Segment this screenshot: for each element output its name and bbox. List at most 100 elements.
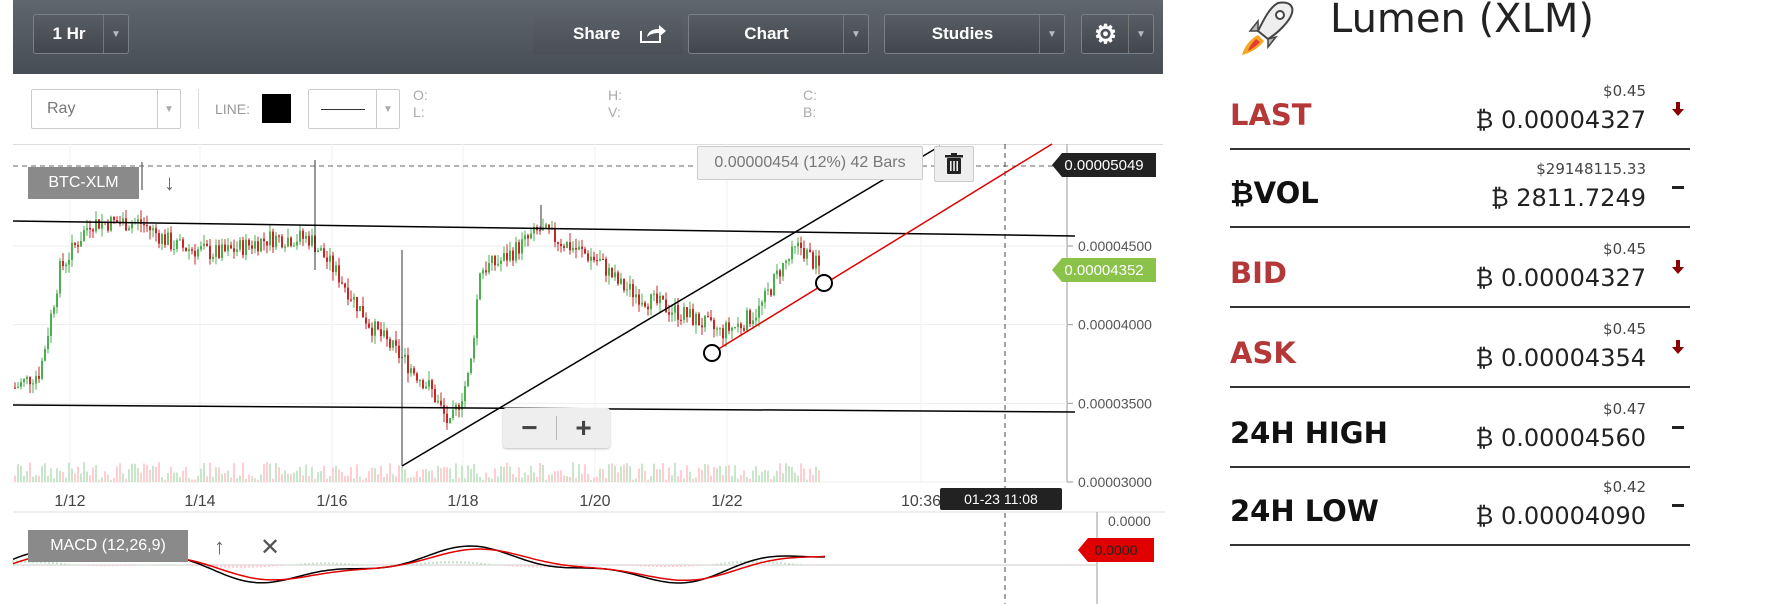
volume-bar bbox=[101, 477, 103, 482]
volume-bar bbox=[503, 466, 505, 482]
stat-usd-value: $29148115.33 bbox=[1536, 160, 1646, 178]
volume-bar bbox=[713, 467, 715, 482]
volume-bar bbox=[128, 469, 130, 482]
macd-histogram-bar bbox=[780, 562, 782, 565]
candle-body bbox=[437, 400, 439, 403]
volume-bar bbox=[761, 471, 763, 482]
x-tick-label: 1/14 bbox=[184, 493, 215, 510]
volume-bar bbox=[347, 475, 349, 482]
candle-body bbox=[284, 246, 286, 248]
macd-histogram-bar bbox=[112, 565, 114, 567]
volume-bar bbox=[155, 467, 157, 482]
macd-histogram-bar bbox=[412, 563, 414, 565]
candle-body bbox=[617, 272, 619, 284]
macd-histogram-bar bbox=[160, 564, 162, 566]
zoom-out-button[interactable]: − bbox=[503, 408, 556, 448]
macd-histogram-bar bbox=[68, 563, 70, 565]
price-chart[interactable]: 0.00004500 0.00004000 0.00003500 0.00003000… bbox=[0, 0, 1165, 604]
volume-bar bbox=[170, 466, 172, 482]
volume-bar bbox=[284, 470, 286, 482]
volume-bar bbox=[419, 476, 421, 482]
volume-bar bbox=[596, 476, 598, 482]
macd-histogram-bar bbox=[788, 562, 790, 565]
candle-body bbox=[521, 239, 523, 254]
ray-handle bbox=[703, 344, 721, 362]
candle-body bbox=[74, 242, 76, 245]
macd-histogram-bar bbox=[784, 562, 786, 565]
volume-bar bbox=[353, 478, 355, 482]
stat-row: BID $0.45 ₿ 0.00004327 bbox=[1230, 228, 1690, 308]
candle-body bbox=[638, 294, 640, 305]
candle-body bbox=[716, 328, 718, 330]
symbol-tag: BTC-XLM bbox=[28, 167, 139, 199]
candle-body bbox=[206, 243, 208, 246]
candle-body bbox=[329, 255, 331, 262]
macd-histogram-bar bbox=[56, 562, 58, 565]
macd-histogram-bar bbox=[468, 561, 470, 564]
candle-body bbox=[212, 256, 214, 260]
candle-body bbox=[662, 295, 664, 300]
zoom-in-button[interactable]: + bbox=[557, 408, 610, 448]
stat-usd-value: $0.47 bbox=[1603, 400, 1646, 418]
candle-body bbox=[677, 305, 679, 320]
volume-bar bbox=[92, 467, 94, 482]
volume-bar bbox=[401, 466, 403, 482]
candle-body bbox=[776, 270, 778, 275]
ray-line-black bbox=[401, 145, 941, 467]
candle-body bbox=[296, 241, 298, 246]
volume-bar bbox=[722, 475, 724, 482]
coin-title: Lumen (XLM) bbox=[1330, 0, 1594, 42]
volume-bar bbox=[119, 463, 121, 482]
candle-body bbox=[497, 263, 499, 266]
macd-histogram-bar bbox=[272, 565, 274, 567]
volume-bar bbox=[578, 464, 580, 482]
candle-body bbox=[392, 340, 394, 348]
macd-histogram-bar bbox=[524, 565, 526, 568]
candle-body bbox=[566, 242, 568, 248]
arrow-up-icon[interactable]: ↑ bbox=[214, 534, 225, 560]
volume-bar bbox=[770, 479, 772, 482]
volume-bar bbox=[341, 471, 343, 482]
volume-bar bbox=[746, 477, 748, 482]
candle-body bbox=[332, 255, 334, 273]
volume-bar bbox=[389, 463, 391, 482]
volume-bar bbox=[263, 464, 265, 482]
macd-histogram-bar bbox=[172, 564, 174, 566]
candle-body bbox=[305, 235, 307, 239]
volume-bar bbox=[398, 465, 400, 482]
volume-bar bbox=[413, 477, 415, 482]
candle-body bbox=[323, 248, 325, 258]
candle-body bbox=[110, 216, 112, 231]
volume-bar bbox=[308, 475, 310, 482]
volume-bar bbox=[515, 477, 517, 482]
macd-histogram-bar bbox=[660, 565, 662, 568]
volume-bar bbox=[734, 465, 736, 482]
candle-body bbox=[227, 245, 229, 252]
macd-histogram-bar bbox=[360, 564, 362, 566]
volume-bar bbox=[617, 472, 619, 482]
candle-body bbox=[251, 245, 253, 249]
candle-body bbox=[788, 259, 790, 262]
candle-body bbox=[746, 310, 748, 331]
macd-histogram-bar bbox=[664, 565, 666, 568]
volume-bar bbox=[26, 471, 28, 482]
dash-icon bbox=[1666, 418, 1690, 442]
x-tick-label: 1/12 bbox=[54, 493, 85, 510]
candle-body bbox=[656, 293, 658, 304]
candle-body bbox=[371, 327, 373, 336]
volume-bar bbox=[305, 464, 307, 482]
close-icon[interactable]: ✕ bbox=[260, 533, 280, 562]
candle-body bbox=[506, 252, 508, 261]
macd-histogram-bar bbox=[296, 563, 298, 565]
macd-histogram-bar bbox=[512, 565, 514, 567]
candle-body bbox=[524, 235, 526, 240]
macd-histogram-bar bbox=[312, 562, 314, 565]
arrow-down-icon bbox=[1666, 100, 1690, 124]
candle-body bbox=[482, 270, 484, 274]
volume-bar bbox=[296, 470, 298, 482]
delete-drawing-button[interactable] bbox=[934, 146, 974, 182]
candle-body bbox=[731, 327, 733, 331]
candle-body bbox=[56, 293, 58, 308]
price-tag-top: 0.00005049 bbox=[1052, 153, 1156, 177]
candle-body bbox=[569, 242, 571, 251]
